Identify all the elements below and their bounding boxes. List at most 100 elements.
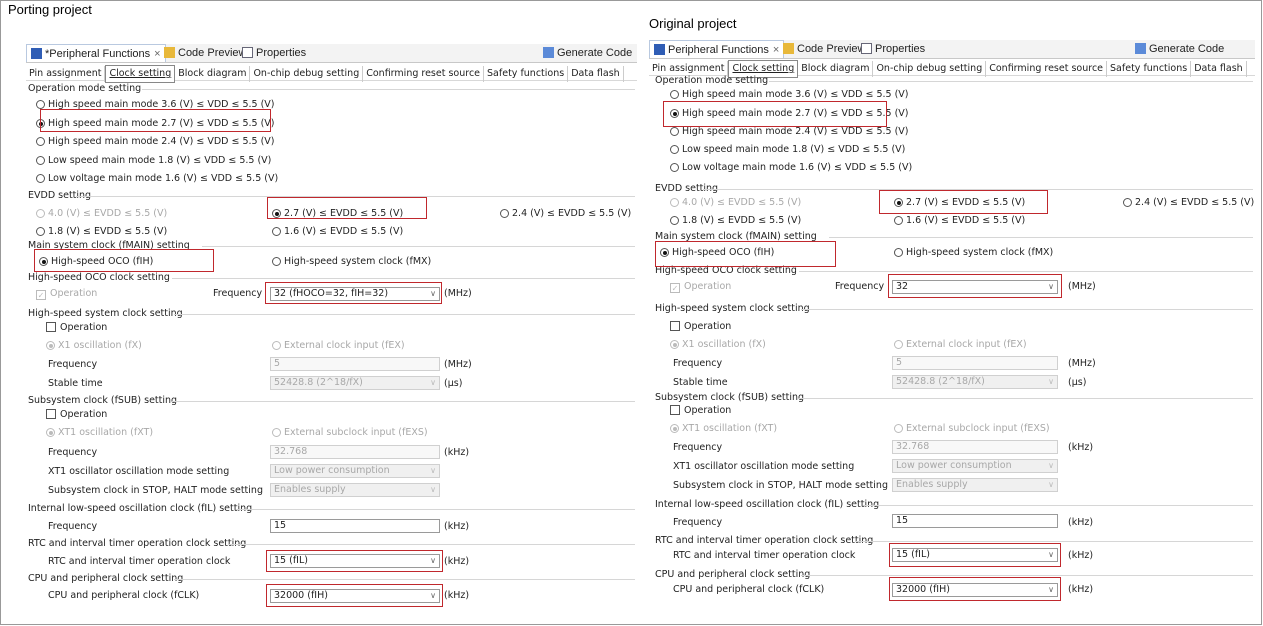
group-cpu: CPU and peripheral clock setting	[28, 573, 184, 584]
hoco-frequency-label: Frequency	[835, 281, 885, 292]
subtab-block-diagram[interactable]: Block diagram	[175, 66, 251, 82]
sub-frequency-field[interactable]: 32.768	[892, 440, 1058, 454]
op-mode-4[interactable]: Low voltage main mode 1.6 (V) ≤ VDD ≤ 5.…	[670, 161, 912, 175]
evdd-2-7[interactable]: 2.7 (V) ≤ EVDD ≤ 5.5 (V)	[272, 207, 403, 221]
peripheral-functions-icon	[654, 44, 665, 55]
hs-ext-radio[interactable]: External clock input (fEX)	[894, 338, 1027, 352]
subtab-clock-setting[interactable]: Clock setting	[105, 65, 176, 83]
subtab-on-chip-debug-setting[interactable]: On-chip debug setting	[873, 61, 987, 77]
radio-selected-icon	[660, 248, 669, 257]
op-mode-2[interactable]: High speed main mode 2.4 (V) ≤ VDD ≤ 5.5…	[670, 125, 909, 139]
checkbox-icon	[670, 321, 680, 331]
op-mode-2[interactable]: High speed main mode 2.4 (V) ≤ VDD ≤ 5.5…	[36, 135, 275, 149]
evdd-1-6[interactable]: 1.6 (V) ≤ EVDD ≤ 5.5 (V)	[894, 214, 1025, 228]
rtc-clock-select[interactable]: 15 (fIL) ∨	[270, 554, 440, 568]
sub-operation-checkbox[interactable]: Operation	[46, 408, 107, 422]
hs-frequency-field[interactable]: 5	[270, 357, 440, 371]
tab-peripheral-functions[interactable]: *Peripheral Functions ×	[26, 44, 166, 62]
hs-operation-checkbox[interactable]: Operation	[46, 321, 107, 335]
properties-icon	[861, 43, 872, 54]
il-frequency-field[interactable]: 15	[892, 514, 1058, 528]
op-mode-3[interactable]: Low speed main mode 1.8 (V) ≤ VDD ≤ 5.5 …	[36, 154, 271, 168]
hs-ext-radio[interactable]: External clock input (fEX)	[272, 339, 405, 353]
radio-selected-icon	[36, 119, 45, 128]
xt1-mode-select[interactable]: Low power consumption ∨	[270, 464, 440, 478]
subtab-confirming-reset-source[interactable]: Confirming reset source	[986, 61, 1108, 77]
rtc-clock-select[interactable]: 15 (fIL) ∨	[892, 548, 1058, 562]
op-mode-1[interactable]: High speed main mode 2.7 (V) ≤ VDD ≤ 5.5…	[670, 107, 909, 121]
generate-code-button[interactable]: Generate Code	[543, 44, 632, 62]
group-main-clock: Main system clock (fMAIN) setting	[655, 231, 817, 242]
op-mode-0[interactable]: High speed main mode 3.6 (V) ≤ VDD ≤ 5.5…	[36, 98, 275, 112]
radio-icon	[670, 145, 679, 154]
tab-properties[interactable]: Properties	[238, 44, 310, 62]
sub-operation-checkbox[interactable]: Operation	[670, 404, 731, 418]
code-preview-icon	[164, 47, 175, 58]
evdd-2-4[interactable]: 2.4 (V) ≤ EVDD ≤ 5.5 (V)	[1123, 196, 1254, 210]
sub-ext-radio[interactable]: External subclock input (fEXS)	[894, 422, 1050, 436]
subtab-data-flash[interactable]: Data flash	[568, 66, 624, 82]
hs-operation-checkbox[interactable]: Operation	[670, 320, 731, 334]
generate-code-button[interactable]: Generate Code	[1135, 40, 1224, 58]
subtab-safety-functions[interactable]: Safety functions	[484, 66, 569, 82]
evdd-2-4[interactable]: 2.4 (V) ≤ EVDD ≤ 5.5 (V)	[500, 207, 631, 221]
tab-code-preview[interactable]: Code Preview	[779, 40, 869, 58]
subtab-safety-functions[interactable]: Safety functions	[1107, 61, 1192, 77]
tab-properties[interactable]: Properties	[857, 40, 929, 58]
hs-stable-time-select[interactable]: 52428.8 (2^18/fX) ∨	[892, 375, 1058, 389]
hs-x1-radio[interactable]: X1 oscillation (fX)	[670, 338, 766, 352]
chevron-down-icon: ∨	[1048, 461, 1054, 470]
il-frequency-field[interactable]: 15	[270, 519, 440, 533]
subtab-block-diagram[interactable]: Block diagram	[798, 61, 874, 77]
hoco-frequency-select[interactable]: 32 ∨	[892, 280, 1058, 294]
op-mode-1[interactable]: High speed main mode 2.7 (V) ≤ VDD ≤ 5.5…	[36, 117, 275, 131]
op-mode-0[interactable]: High speed main mode 3.6 (V) ≤ VDD ≤ 5.5…	[670, 88, 909, 102]
tab-peripheral-functions[interactable]: Peripheral Functions ×	[649, 40, 785, 58]
main-hoco-radio[interactable]: High-speed OCO (fIH)	[39, 255, 153, 269]
main-hsys-radio[interactable]: High-speed system clock (fMX)	[894, 246, 1053, 260]
sub-ext-radio[interactable]: External subclock input (fEXS)	[272, 426, 428, 440]
sub-xt1-radio[interactable]: XT1 oscillation (fXT)	[670, 422, 777, 436]
sub-frequency-field[interactable]: 32.768	[270, 445, 440, 459]
subtab-confirming-reset-source[interactable]: Confirming reset source	[363, 66, 485, 82]
hoco-frequency-select[interactable]: 32 (fHOCO=32, fIH=32) ∨	[270, 287, 440, 301]
evdd-1-8[interactable]: 1.8 (V) ≤ EVDD ≤ 5.5 (V)	[36, 225, 167, 239]
right-view-tabbar: Peripheral Functions × Code Preview Prope…	[649, 40, 1255, 59]
xt1-mode-select[interactable]: Low power consumption ∨	[892, 459, 1058, 473]
group-internal-low-speed: Internal low-speed oscillation clock (fI…	[28, 503, 253, 514]
main-hoco-radio[interactable]: High-speed OCO (fIH)	[660, 246, 774, 260]
cpu-clock-select[interactable]: 32000 (fIH) ∨	[270, 589, 440, 603]
hs-frequency-field[interactable]: 5	[892, 356, 1058, 370]
evdd-1-8[interactable]: 1.8 (V) ≤ EVDD ≤ 5.5 (V)	[670, 214, 801, 228]
hs-x1-radio[interactable]: X1 oscillation (fX)	[46, 339, 142, 353]
radio-selected-icon	[670, 340, 679, 349]
group-rtc: RTC and interval timer operation clock s…	[28, 538, 247, 549]
subtab-pin-assignment[interactable]: Pin assignment	[26, 66, 106, 82]
checkbox-icon	[46, 322, 56, 332]
sub-xt1-radio[interactable]: XT1 oscillation (fXT)	[46, 426, 153, 440]
sub-stop-select[interactable]: Enables supply ∨	[270, 483, 440, 497]
group-operation-mode: Operation mode setting	[655, 75, 769, 86]
radio-icon	[670, 163, 679, 172]
evdd-4-0[interactable]: 4.0 (V) ≤ EVDD ≤ 5.5 (V)	[670, 196, 801, 210]
hs-stable-time-select[interactable]: 52428.8 (2^18/fX) ∨	[270, 376, 440, 390]
sub-stop-select[interactable]: Enables supply ∨	[892, 478, 1058, 492]
group-hs-system: High-speed system clock setting	[655, 303, 810, 314]
tab-code-preview[interactable]: Code Preview	[160, 44, 250, 62]
radio-selected-icon	[46, 428, 55, 437]
chevron-down-icon: ∨	[1048, 550, 1054, 559]
evdd-2-7[interactable]: 2.7 (V) ≤ EVDD ≤ 5.5 (V)	[894, 196, 1025, 210]
subtab-on-chip-debug-setting[interactable]: On-chip debug setting	[250, 66, 364, 82]
main-hsys-radio[interactable]: High-speed system clock (fMX)	[272, 255, 431, 269]
evdd-4-0[interactable]: 4.0 (V) ≤ EVDD ≤ 5.5 (V)	[36, 207, 167, 221]
radio-icon	[670, 127, 679, 136]
cpu-clock-select[interactable]: 32000 (fIH) ∨	[892, 583, 1058, 597]
radio-icon	[894, 248, 903, 257]
hoco-operation-checkbox[interactable]: Operation	[670, 280, 731, 294]
hoco-operation-checkbox[interactable]: Operation	[36, 287, 97, 301]
evdd-1-6[interactable]: 1.6 (V) ≤ EVDD ≤ 5.5 (V)	[272, 225, 403, 239]
op-mode-4[interactable]: Low voltage main mode 1.6 (V) ≤ VDD ≤ 5.…	[36, 172, 278, 186]
subtab-data-flash[interactable]: Data flash	[1191, 61, 1247, 77]
op-mode-3[interactable]: Low speed main mode 1.8 (V) ≤ VDD ≤ 5.5 …	[670, 143, 905, 157]
group-hs-system: High-speed system clock setting	[28, 308, 183, 319]
